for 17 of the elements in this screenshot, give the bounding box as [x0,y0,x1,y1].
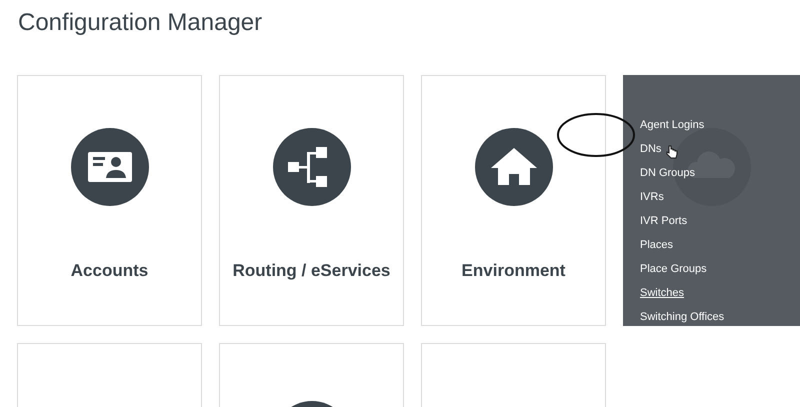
menu-link[interactable]: Places [640,236,674,254]
tile-label: Environment [462,260,566,282]
tile-card[interactable]: Routing / eServices [219,75,404,326]
tile-card[interactable]: Agent Logins DNs DN Groups IVRs IVR Ports Places Place Groups Switches Switching Offices [623,75,800,326]
menu-link[interactable]: Switching Offices [640,308,724,326]
tile-label: Accounts [70,260,148,282]
page-title: Configuration Manager [18,8,262,38]
menu-link[interactable]: DN Groups [640,164,696,182]
menu-link[interactable]: Place Groups [640,260,707,278]
menu-link[interactable]: IVRs [640,188,664,206]
tile-card[interactable]: Environment [421,75,606,326]
menu-link[interactable]: Switches [640,284,684,302]
menu-link[interactable]: Agent Logins [640,116,704,134]
tile-label: Routing / eServices [232,260,390,282]
tile-card[interactable]: Accounts [17,75,202,326]
menu-link[interactable]: DNs [640,140,662,158]
menu-link[interactable]: IVR Ports [640,212,688,230]
